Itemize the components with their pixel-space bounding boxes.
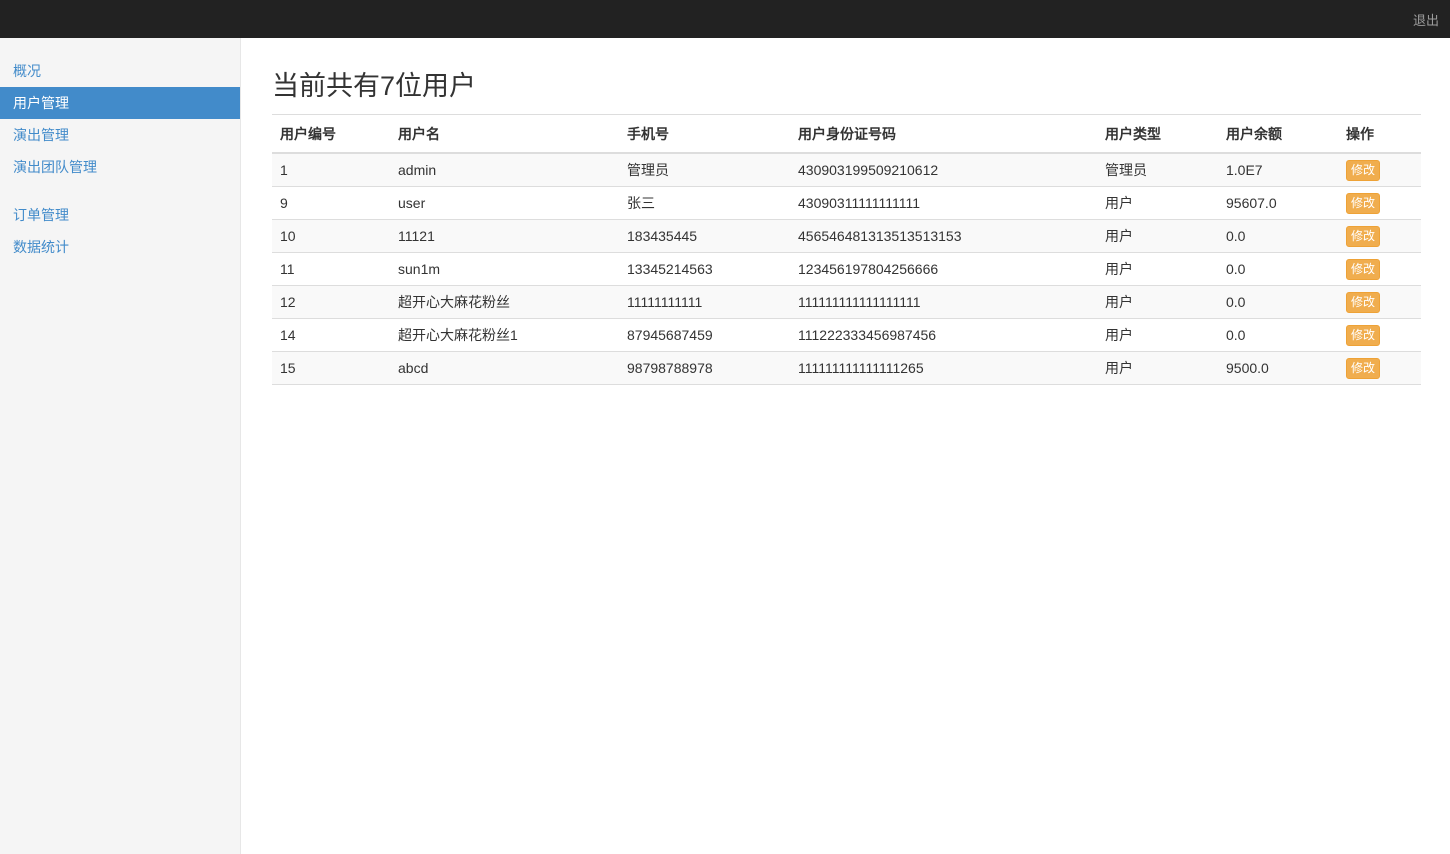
cell-phone: 87945687459 bbox=[619, 318, 790, 352]
cell-username: 超开心大麻花粉丝1 bbox=[390, 318, 619, 352]
cell-user-type: 用户 bbox=[1097, 351, 1218, 385]
cell-user-type: 用户 bbox=[1097, 318, 1218, 352]
column-header: 操作 bbox=[1338, 114, 1421, 154]
sidebar-item-show-team-management[interactable]: 演出团队管理 bbox=[0, 151, 240, 183]
cell-username: abcd bbox=[390, 351, 619, 385]
cell-id-card: 430903199509210612 bbox=[790, 152, 1097, 187]
cell-user-type: 用户 bbox=[1097, 219, 1218, 253]
cell-actions: 修改 bbox=[1338, 252, 1421, 286]
cell-id: 9 bbox=[272, 186, 390, 220]
cell-id-card: 111222333456987456 bbox=[790, 318, 1097, 352]
user-table-body: 1 admin 管理员 430903199509210612 管理员 1.0E7 修改 9 us… bbox=[272, 152, 1421, 385]
table-row: 11 sun1m 13345214563 123456197804256666 用户 0.… bbox=[272, 252, 1421, 286]
cell-id-card: 111111111111111265 bbox=[790, 351, 1097, 385]
cell-user-type: 用户 bbox=[1097, 285, 1218, 319]
table-row: 12 超开心大麻花粉丝 11111111111 111111111111111111 用… bbox=[272, 285, 1421, 319]
modify-button[interactable]: 修改 bbox=[1346, 160, 1381, 181]
cell-balance: 0.0 bbox=[1218, 318, 1338, 352]
cell-balance: 0.0 bbox=[1218, 252, 1338, 286]
cell-phone: 11111111111 bbox=[619, 285, 790, 319]
cell-id: 10 bbox=[272, 219, 390, 253]
cell-phone: 98798788978 bbox=[619, 351, 790, 385]
sidebar-item-show-management[interactable]: 演出管理 bbox=[0, 119, 240, 151]
table-row: 15 abcd 98798788978 111111111111111265 用户 950… bbox=[272, 351, 1421, 385]
cell-id-card: 123456197804256666 bbox=[790, 252, 1097, 286]
cell-user-type: 用户 bbox=[1097, 252, 1218, 286]
cell-balance: 0.0 bbox=[1218, 285, 1338, 319]
cell-id-card: 43090311111111111 bbox=[790, 186, 1097, 220]
modify-button[interactable]: 修改 bbox=[1346, 226, 1381, 247]
cell-balance: 9500.0 bbox=[1218, 351, 1338, 385]
modify-button[interactable]: 修改 bbox=[1346, 193, 1381, 214]
modify-button[interactable]: 修改 bbox=[1346, 325, 1381, 346]
table-row: 14 超开心大麻花粉丝1 87945687459 111222333456987456… bbox=[272, 318, 1421, 352]
cell-user-type: 用户 bbox=[1097, 186, 1218, 220]
column-header: 手机号 bbox=[619, 114, 790, 154]
cell-actions: 修改 bbox=[1338, 351, 1421, 385]
cell-actions: 修改 bbox=[1338, 186, 1421, 220]
cell-actions: 修改 bbox=[1338, 152, 1421, 187]
cell-id-card: 111111111111111111 bbox=[790, 285, 1097, 319]
cell-id: 14 bbox=[272, 318, 390, 352]
cell-phone: 管理员 bbox=[619, 152, 790, 187]
modify-button[interactable]: 修改 bbox=[1346, 259, 1381, 280]
cell-username: user bbox=[390, 186, 619, 220]
cell-actions: 修改 bbox=[1338, 285, 1421, 319]
cell-balance: 0.0 bbox=[1218, 219, 1338, 253]
sidebar-nav-group-secondary: 订单管理 数据统计 bbox=[0, 199, 240, 263]
column-header: 用户余额 bbox=[1218, 114, 1338, 154]
cell-actions: 修改 bbox=[1338, 318, 1421, 352]
table-row: 1 admin 管理员 430903199509210612 管理员 1.0E7 修改 bbox=[272, 152, 1421, 187]
column-header: 用户类型 bbox=[1097, 114, 1218, 154]
table-row: 9 user 张三 43090311111111111 用户 95607.0 修改 bbox=[272, 186, 1421, 220]
table-header-row: 用户编号 用户名 手机号 用户身份证号码 用户类型 用户余额 操作 bbox=[272, 114, 1421, 154]
sidebar-item-overview[interactable]: 概况 bbox=[0, 55, 240, 87]
cell-username: admin bbox=[390, 152, 619, 187]
cell-balance: 95607.0 bbox=[1218, 186, 1338, 220]
main-content: 当前共有7位用户 用户编号 用户名 手机号 用户身份证号码 用户类型 用户余额 操作 1 ad… bbox=[241, 38, 1450, 854]
modify-button[interactable]: 修改 bbox=[1346, 358, 1381, 379]
cell-balance: 1.0E7 bbox=[1218, 152, 1338, 187]
cell-id: 15 bbox=[272, 351, 390, 385]
page-title: 当前共有7位用户 bbox=[272, 71, 477, 101]
sidebar-item-data-statistics[interactable]: 数据统计 bbox=[0, 231, 240, 263]
cell-id: 1 bbox=[272, 152, 390, 187]
cell-actions: 修改 bbox=[1338, 219, 1421, 253]
cell-id-card: 456546481313513513153 bbox=[790, 219, 1097, 253]
cell-username: 超开心大麻花粉丝 bbox=[390, 285, 619, 319]
sidebar: 概况 用户管理 演出管理 演出团队管理 订单管理 数据统计 bbox=[0, 38, 241, 854]
cell-phone: 183435445 bbox=[619, 219, 790, 253]
cell-phone: 张三 bbox=[619, 186, 790, 220]
modify-button[interactable]: 修改 bbox=[1346, 292, 1381, 313]
page-layout: 概况 用户管理 演出管理 演出团队管理 订单管理 数据统计 当前共有7位用户 用… bbox=[0, 38, 1450, 854]
sidebar-nav-group-main: 概况 用户管理 演出管理 演出团队管理 bbox=[0, 55, 240, 183]
table-row: 10 11121 183435445 456546481313513513153 用户 0… bbox=[272, 219, 1421, 253]
top-navbar: 退出 bbox=[0, 0, 1450, 38]
cell-username: 11121 bbox=[390, 219, 619, 253]
user-table: 用户编号 用户名 手机号 用户身份证号码 用户类型 用户余额 操作 1 admin 管理员 430… bbox=[272, 114, 1421, 385]
cell-id: 11 bbox=[272, 252, 390, 286]
cell-username: sun1m bbox=[390, 252, 619, 286]
cell-user-type: 管理员 bbox=[1097, 152, 1218, 187]
column-header: 用户身份证号码 bbox=[790, 114, 1097, 154]
sidebar-item-order-management[interactable]: 订单管理 bbox=[0, 199, 240, 231]
sidebar-item-user-management[interactable]: 用户管理 bbox=[0, 87, 240, 119]
cell-phone: 13345214563 bbox=[619, 252, 790, 286]
cell-id: 12 bbox=[272, 285, 390, 319]
column-header: 用户名 bbox=[390, 114, 619, 154]
column-header: 用户编号 bbox=[272, 114, 390, 154]
logout-link[interactable]: 退出 bbox=[1413, 10, 1439, 29]
